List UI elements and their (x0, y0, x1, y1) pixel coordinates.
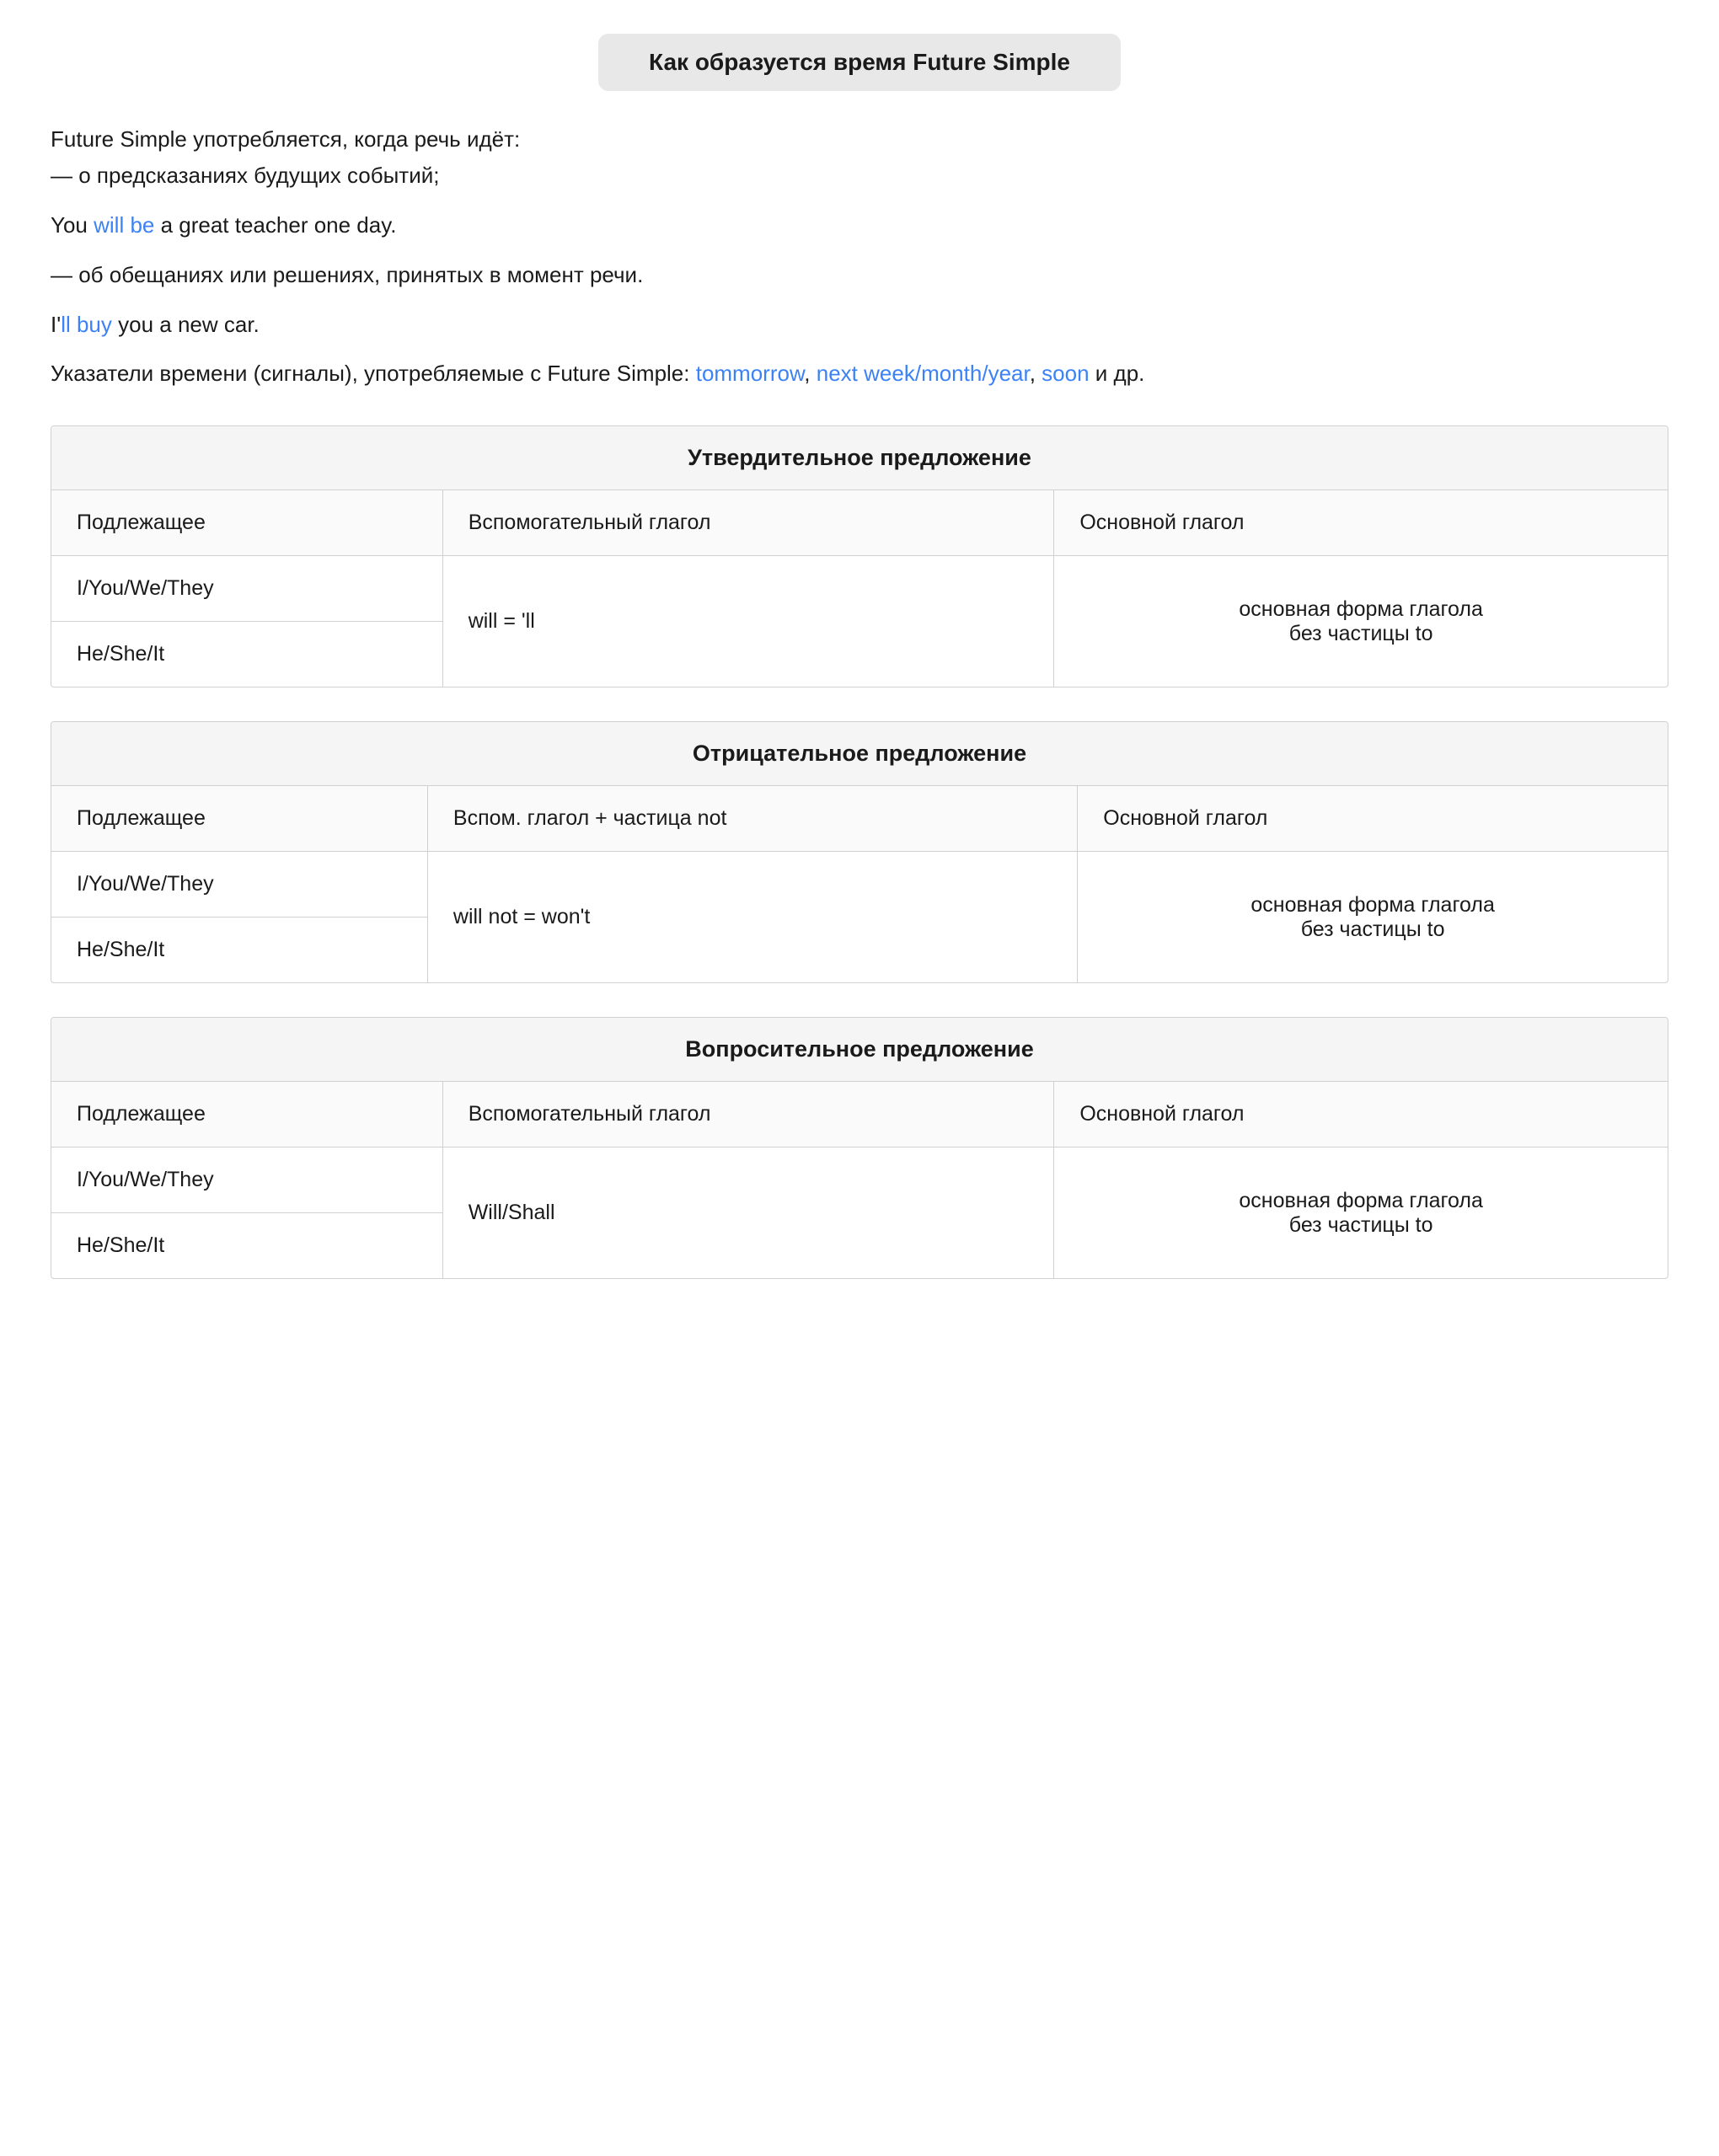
question-table: Подлежащее Вспомогательный глагол Основн… (51, 1082, 1668, 1278)
question-header: Вопросительное предложение (51, 1018, 1668, 1082)
aff-col2-header: Вспомогательный глагол (442, 490, 1054, 556)
neg-col1-header: Подлежащее (51, 786, 427, 852)
affirmative-table: Подлежащее Вспомогательный глагол Основн… (51, 490, 1668, 687)
q-subject-top: I/You/We/They (51, 1148, 442, 1213)
main-title-box: Как образуется время Future Simple (598, 34, 1121, 91)
main-title-wrapper: Как образуется время Future Simple (51, 34, 1668, 91)
aff-aux-verb: will = 'll (442, 556, 1054, 687)
aff-data-row: I/You/We/They He/She/It will = 'll основ… (51, 556, 1668, 687)
q-aux-verb: Will/Shall (442, 1148, 1054, 1279)
q-subject-cell: I/You/We/They He/She/It (51, 1148, 442, 1279)
intro-line1: Future Simple употребляется, когда речь … (51, 121, 1668, 194)
neg-col2-header: Вспом. глагол + частица not (427, 786, 1077, 852)
aff-subject-cell: I/You/We/They He/She/It (51, 556, 442, 687)
negative-table: Подлежащее Вспом. глагол + частица not О… (51, 786, 1668, 982)
q-col3-header: Основной глагол (1054, 1082, 1668, 1148)
aff-col3-header: Основной глагол (1054, 490, 1668, 556)
negative-section: Отрицательное предложение Подлежащее Всп… (51, 721, 1668, 983)
intro-line5: I'll buy you a new car. (51, 307, 1668, 343)
neg-subject-top: I/You/We/They (51, 852, 427, 918)
affirmative-section: Утвердительное предложение Подлежащее Вс… (51, 425, 1668, 687)
aff-subject-bottom: He/She/It (51, 622, 442, 687)
aff-col1-header: Подлежащее (51, 490, 442, 556)
intro-line4: — об обещаниях или решениях, принятых в … (51, 257, 1668, 293)
affirmative-header: Утвердительное предложение (51, 426, 1668, 490)
neg-col3-header: Основной глагол (1078, 786, 1668, 852)
neg-subject-cell: I/You/We/They He/She/It (51, 852, 427, 983)
neg-subject-bottom: He/She/It (51, 918, 427, 982)
neg-main-verb: основная форма глагола без частицы to (1078, 852, 1668, 983)
neg-data-row: I/You/We/They He/She/It will not = won't… (51, 852, 1668, 983)
intro-line3: You will be a great teacher one day. (51, 207, 1668, 243)
q-main-verb: основная форма глагола без частицы to (1054, 1148, 1668, 1279)
question-section: Вопросительное предложение Подлежащее Вс… (51, 1017, 1668, 1279)
intro-line6: Указатели времени (сигналы), употребляем… (51, 356, 1668, 392)
q-subject-bottom: He/She/It (51, 1213, 442, 1278)
intro-section: Future Simple употребляется, когда речь … (51, 121, 1668, 392)
aff-subject-top: I/You/We/They (51, 556, 442, 622)
negative-header: Отрицательное предложение (51, 722, 1668, 786)
q-col1-header: Подлежащее (51, 1082, 442, 1148)
neg-aux-verb: will not = won't (427, 852, 1077, 983)
aff-main-verb: основная форма глагола без частицы to (1054, 556, 1668, 687)
main-title-text: Как образуется время Future Simple (649, 49, 1070, 75)
page-container: Как образуется время Future Simple Futur… (51, 34, 1668, 1279)
q-col2-header: Вспомогательный глагол (442, 1082, 1054, 1148)
q-data-row: I/You/We/They He/She/It Will/Shall основ… (51, 1148, 1668, 1279)
